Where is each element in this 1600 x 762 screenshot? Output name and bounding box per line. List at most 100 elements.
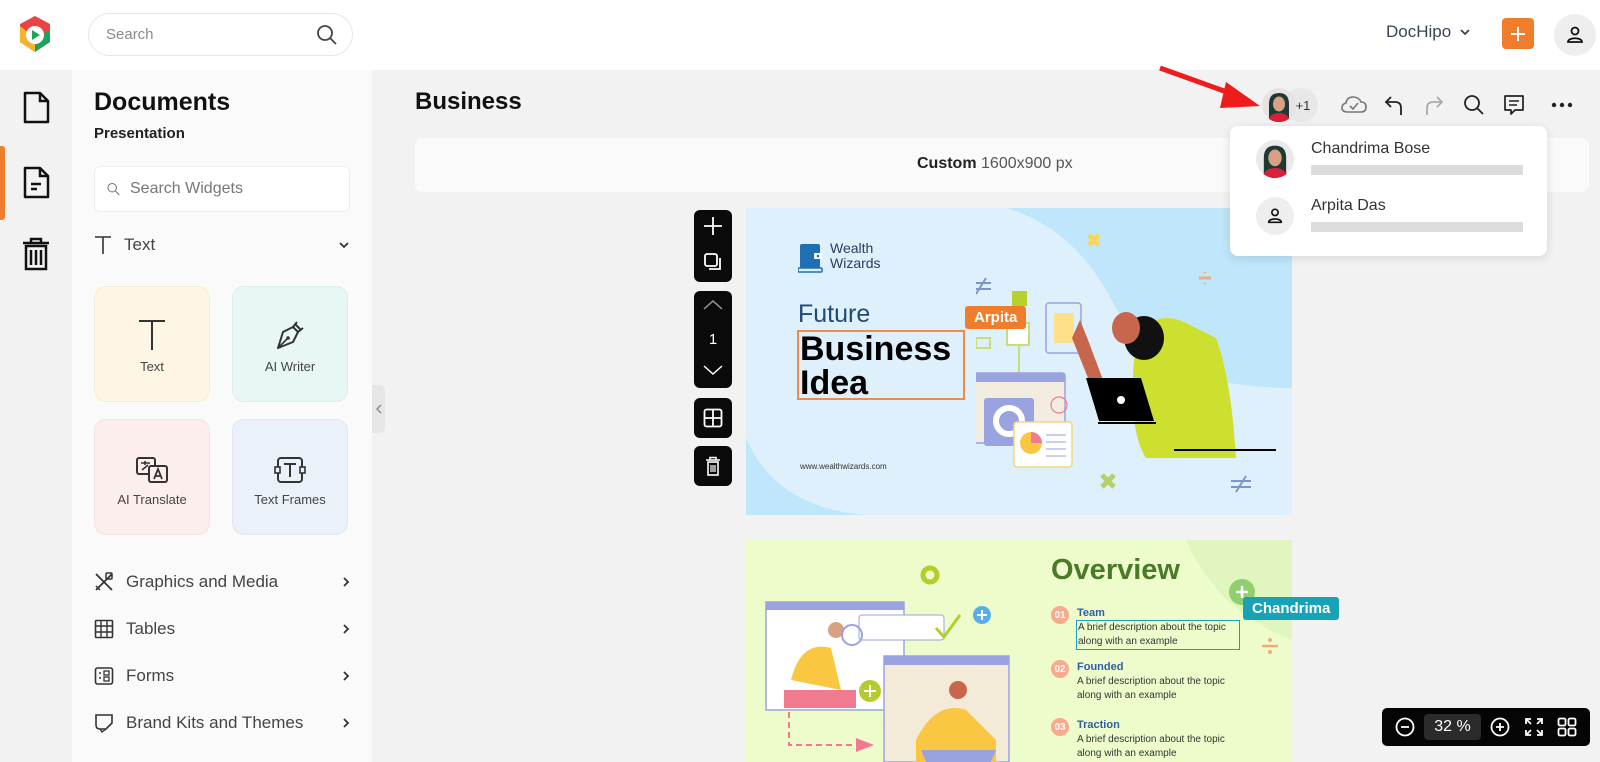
search-icon bbox=[107, 182, 120, 196]
slide-1[interactable]: Wealth Wizards Future Business Idea www.… bbox=[746, 208, 1292, 515]
category-label: Graphics and Media bbox=[126, 572, 279, 591]
zoom-unit: % bbox=[1456, 718, 1471, 735]
item-desc-line: A brief description about the topic bbox=[1077, 734, 1225, 745]
collaborator-cursor-tag: Arpita bbox=[965, 306, 1027, 329]
dochipo-logo[interactable] bbox=[16, 14, 54, 54]
category-graphics-and-media[interactable]: Graphics and Media bbox=[94, 568, 350, 596]
panel-subtitle: Presentation bbox=[94, 125, 185, 142]
redo-button[interactable] bbox=[1414, 88, 1454, 122]
collaborator-name: Chandrima Bose bbox=[1311, 140, 1431, 157]
category-label: Brand Kits and Themes bbox=[126, 713, 304, 732]
brand-line-1: Wealth bbox=[830, 240, 874, 256]
translate-icon bbox=[136, 456, 168, 483]
item-number-badge: 03 bbox=[1051, 718, 1069, 736]
rail-item-documents[interactable] bbox=[0, 72, 72, 144]
zoom-out-button[interactable] bbox=[1391, 713, 1419, 741]
item-description-selected[interactable]: A brief description about the topic alon… bbox=[1076, 620, 1240, 650]
category-forms[interactable]: Forms bbox=[94, 662, 350, 690]
undo-icon bbox=[1384, 96, 1402, 115]
widget-search-input[interactable] bbox=[130, 180, 337, 198]
find-button[interactable] bbox=[1454, 88, 1494, 122]
brand-kit-icon bbox=[95, 714, 113, 733]
item-description: A brief description about the topic alon… bbox=[1077, 733, 1225, 761]
collaborator-item[interactable]: Arpita Das arpita@gliaconsulting.com bbox=[1256, 197, 1536, 241]
search-icon bbox=[1464, 95, 1484, 115]
user-profile-button[interactable] bbox=[1554, 14, 1596, 56]
chevron-right-icon bbox=[343, 624, 350, 634]
next-page-button[interactable] bbox=[702, 363, 724, 381]
tile-text-frames[interactable]: Text Frames bbox=[232, 419, 348, 535]
search-icon[interactable] bbox=[316, 24, 338, 46]
page-grid-view-button[interactable] bbox=[1553, 713, 1581, 741]
slide-heading-small: Future bbox=[798, 300, 871, 328]
collaborators-button[interactable]: +1 bbox=[1262, 88, 1324, 122]
cloud-check-icon bbox=[1341, 96, 1367, 113]
illustration-woman-laptop bbox=[976, 233, 1276, 493]
user-icon bbox=[1267, 208, 1283, 224]
section-text-toggle[interactable]: Text bbox=[94, 232, 350, 258]
minus-circle-icon bbox=[1395, 717, 1415, 737]
rail-item-templates[interactable] bbox=[0, 147, 72, 219]
file-icon bbox=[23, 91, 50, 124]
form-icon bbox=[94, 667, 114, 685]
current-page-number: 1 bbox=[708, 330, 718, 348]
heading-line-1: Business bbox=[800, 330, 952, 368]
divide-icon bbox=[1262, 638, 1278, 654]
slide-heading-selected[interactable]: Business Idea bbox=[797, 330, 965, 400]
zoom-level-field[interactable]: 32 % bbox=[1424, 714, 1481, 740]
global-search[interactable] bbox=[88, 13, 353, 56]
account-switcher[interactable]: DocHipo bbox=[1386, 22, 1471, 42]
create-new-button[interactable] bbox=[1502, 18, 1534, 49]
grid-view-icon bbox=[1557, 717, 1577, 737]
chevron-right-icon bbox=[343, 671, 350, 681]
top-bar: DocHipo bbox=[0, 0, 1600, 70]
collaborator-name: Arpita Das bbox=[1311, 197, 1386, 214]
category-brand-kits-and-themes[interactable]: Brand Kits and Themes bbox=[94, 709, 350, 737]
tile-text[interactable]: Text bbox=[94, 286, 210, 402]
rail-item-trash[interactable] bbox=[0, 218, 72, 290]
document-title[interactable]: Business bbox=[415, 88, 522, 116]
slide-2[interactable]: Overview 01 Team A brief description abo… bbox=[746, 540, 1292, 762]
add-page-button[interactable] bbox=[703, 216, 723, 241]
page-layout-button[interactable] bbox=[694, 398, 732, 438]
left-rail bbox=[0, 70, 72, 762]
fit-to-screen-button[interactable] bbox=[1520, 713, 1548, 741]
trash-icon bbox=[23, 237, 49, 271]
page-size-label: Custom 1600x900 px bbox=[917, 155, 1073, 173]
illustration-team-collaboration bbox=[765, 565, 1010, 762]
collaborator-item[interactable]: Chandrima Bose chandrima@gliaconsulting.… bbox=[1256, 140, 1536, 184]
plus-icon bbox=[704, 217, 722, 235]
cloud-saved-button[interactable] bbox=[1334, 88, 1374, 122]
account-name: DocHipo bbox=[1386, 22, 1452, 41]
comments-button[interactable] bbox=[1494, 88, 1534, 122]
comment-icon bbox=[1504, 95, 1524, 115]
duplicate-page-button[interactable] bbox=[704, 253, 722, 276]
more-horizontal-icon bbox=[1551, 102, 1573, 108]
section-text-label: Text bbox=[124, 235, 156, 254]
brand-line-2: Wizards bbox=[830, 255, 881, 271]
chevron-right-icon bbox=[343, 718, 350, 728]
widget-search[interactable] bbox=[94, 166, 350, 212]
undo-button[interactable] bbox=[1374, 88, 1414, 122]
collapse-panel-handle[interactable] bbox=[372, 385, 385, 433]
tile-ai-translate[interactable]: AI Translate bbox=[94, 419, 210, 535]
zoom-in-button[interactable] bbox=[1486, 713, 1514, 741]
tile-label: AI Writer bbox=[264, 358, 316, 374]
item-title: Team bbox=[1077, 607, 1105, 619]
brand-name: Wealth Wizards bbox=[830, 241, 881, 271]
global-search-input[interactable] bbox=[106, 26, 316, 43]
item-title: Founded bbox=[1077, 661, 1124, 673]
panel-title: Documents bbox=[94, 88, 231, 116]
plus-circle-icon bbox=[1490, 717, 1510, 737]
wallet-book-icon bbox=[798, 244, 823, 273]
previous-page-button[interactable] bbox=[702, 298, 724, 316]
page-navigator: 1 bbox=[694, 291, 732, 388]
delete-page-button[interactable] bbox=[694, 446, 732, 486]
text-icon bbox=[139, 319, 165, 350]
more-options-button[interactable] bbox=[1542, 88, 1582, 122]
category-tables[interactable]: Tables bbox=[94, 615, 350, 643]
zoom-value: 32 bbox=[1434, 718, 1453, 735]
tile-ai-writer[interactable]: AI Writer bbox=[232, 286, 348, 402]
annotation-arrow bbox=[1159, 65, 1260, 108]
page-actions-group bbox=[694, 210, 732, 282]
